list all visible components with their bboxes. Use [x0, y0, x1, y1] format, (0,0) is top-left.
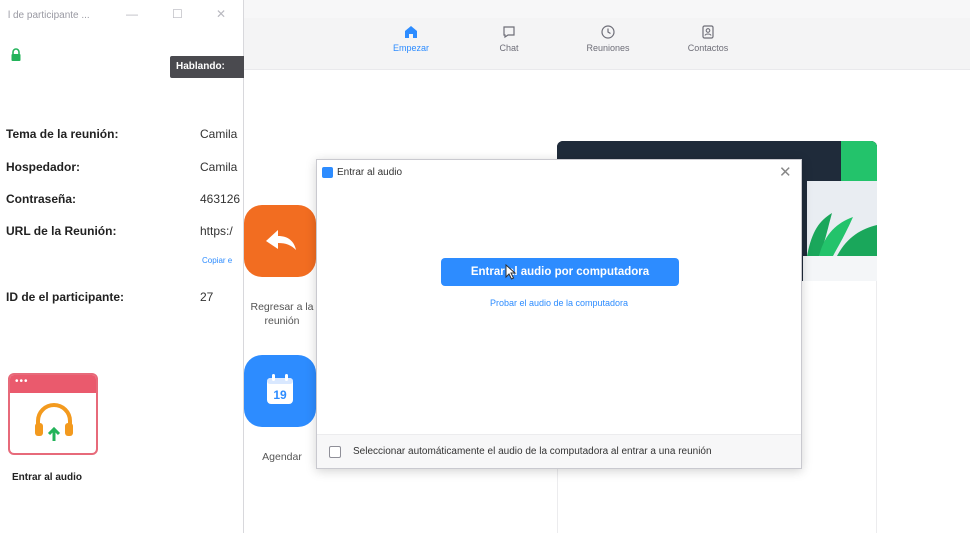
tab-reuniones[interactable]: Reuniones: [568, 24, 648, 66]
return-to-meeting-label: Regresar a la reunión: [250, 301, 314, 327]
participant-id-value: 27: [200, 290, 214, 304]
join-audio-dialog: Entrar al audio ✕ Entrar al audio por co…: [316, 159, 802, 469]
return-arrow-icon: [266, 230, 296, 250]
lock-icon: [11, 48, 21, 61]
test-computer-audio-link[interactable]: Probar el audio de la computadora: [317, 298, 801, 308]
minimize-icon[interactable]: —: [126, 7, 138, 21]
calendar-icon: 19: [267, 374, 293, 404]
join-computer-audio-button[interactable]: Entrar al audio por computadora: [441, 258, 679, 286]
meeting-topic-value: Camila: [200, 127, 238, 141]
tile-header: •••: [10, 375, 96, 393]
calendar-day-number: 19: [273, 388, 287, 402]
contacts-icon: [702, 25, 714, 39]
join-audio-tile[interactable]: •••: [8, 373, 98, 455]
maximize-icon[interactable]: ☐: [172, 7, 183, 21]
meeting-topic-label: Tema de la reunión:: [6, 127, 119, 141]
participant-id-label: ID de el participante:: [6, 290, 125, 304]
tab-empezar-label: Empezar: [392, 43, 429, 53]
join-audio-label: Entrar al audio: [12, 472, 83, 483]
password-label: Contraseña:: [6, 192, 77, 206]
participant-info-window: l de participante ... — ☐ ✕ Hablando: Te…: [0, 0, 244, 533]
host-label: Hospedador:: [6, 160, 81, 174]
tab-contactos-label: Contactos: [687, 43, 729, 53]
participant-window-title: l de participante ...: [8, 10, 90, 21]
dialog-footer: Seleccionar automáticamente el audio de …: [317, 434, 801, 468]
headphones-icon: [35, 403, 73, 441]
tab-empezar[interactable]: Empezar: [371, 24, 451, 66]
chat-icon: [503, 26, 515, 39]
host-value: Camila: [200, 160, 238, 174]
auto-join-audio-checkbox[interactable]: [329, 446, 341, 458]
speaking-indicator: Hablando:: [170, 56, 244, 78]
meeting-url-value[interactable]: https:/: [200, 224, 233, 238]
home-icon: [405, 26, 417, 38]
close-icon[interactable]: ✕: [779, 163, 792, 181]
tab-contactos[interactable]: Contactos: [668, 24, 748, 66]
mouse-cursor-icon: [505, 264, 517, 280]
auto-join-audio-label[interactable]: Seleccionar automáticamente el audio de …: [353, 446, 712, 457]
copy-link[interactable]: Copiar e: [202, 256, 232, 265]
close-icon[interactable]: ✕: [216, 7, 226, 21]
schedule-button[interactable]: 19: [244, 355, 316, 427]
meeting-url-label: URL de la Reunión:: [6, 224, 117, 238]
dots-icon: •••: [15, 376, 29, 387]
return-to-meeting-button[interactable]: [244, 205, 316, 277]
dialog-title: Entrar al audio: [337, 167, 403, 178]
zoom-logo-icon: [322, 167, 333, 178]
tab-chat-label: Chat: [499, 43, 519, 53]
top-nav-bar: Empezar Chat Reuniones Contactos: [244, 18, 970, 70]
screen: Empezar Chat Reuniones Contactos Regresa…: [0, 0, 970, 533]
tab-reuniones-label: Reuniones: [586, 43, 630, 53]
clock-icon: [601, 25, 615, 39]
participant-window-titlebar: l de participante ... — ☐ ✕: [0, 0, 244, 32]
schedule-label: Agendar: [262, 451, 302, 463]
password-value: 463126: [200, 192, 241, 206]
tab-chat[interactable]: Chat: [469, 24, 549, 66]
